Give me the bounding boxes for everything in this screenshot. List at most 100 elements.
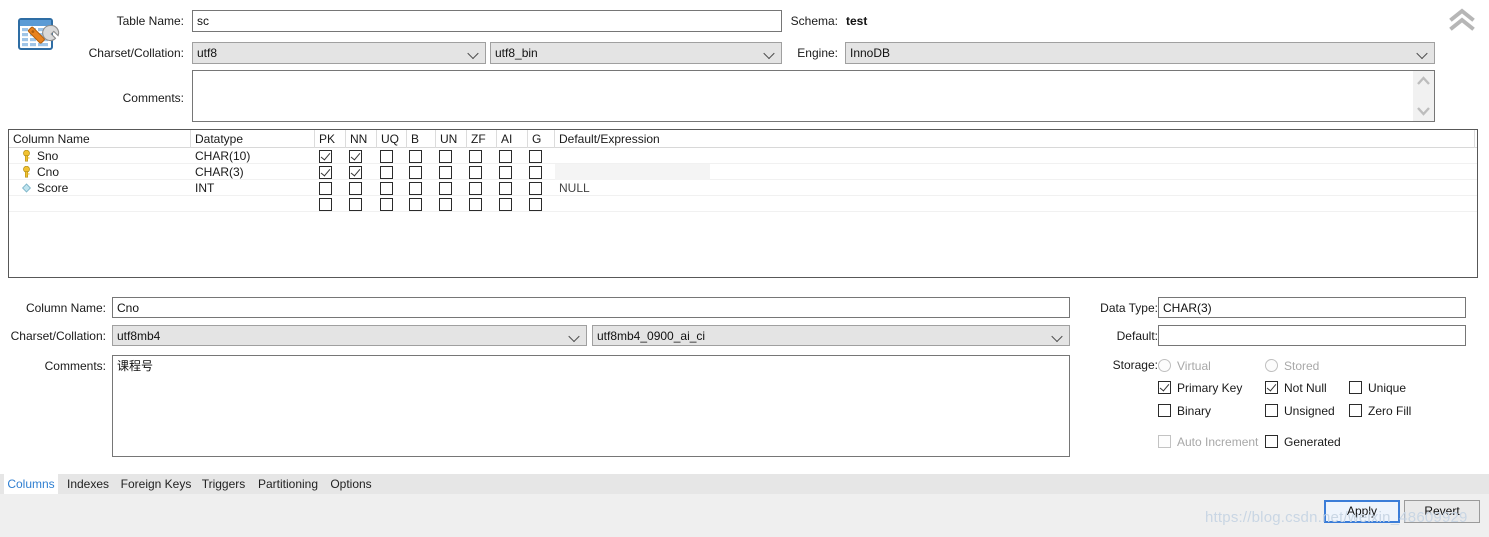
schema-label: Schema: <box>790 14 838 28</box>
zero-fill-checkbox[interactable]: Zero Fill <box>1349 403 1411 418</box>
table-name-input[interactable]: sc <box>192 10 782 32</box>
column-name-cell[interactable]: Cno <box>37 164 187 180</box>
grid-header-un[interactable]: UN <box>436 130 467 148</box>
auto-increment-label: Auto Increment <box>1177 434 1259 449</box>
primary-key-checkbox[interactable]: Primary Key <box>1158 380 1242 395</box>
collapse-panel-icon[interactable] <box>1448 8 1476 32</box>
detail-column-name-label: Column Name: <box>25 301 106 315</box>
datatype-cell[interactable]: CHAR(3) <box>195 164 313 180</box>
table-row[interactable]: Sno CHAR(10) <box>9 148 1477 164</box>
flag-ai-checkbox[interactable] <box>499 149 512 164</box>
flag-b-checkbox[interactable] <box>409 197 422 212</box>
table-collation-select[interactable]: utf8_bin <box>490 42 782 64</box>
grid-header-datatype[interactable]: Datatype <box>191 130 315 148</box>
flag-uq-checkbox[interactable] <box>380 165 393 180</box>
tab-foreign-keys[interactable]: Foreign Keys <box>118 474 194 494</box>
tab-triggers[interactable]: Triggers <box>198 474 249 494</box>
columns-grid-body[interactable]: Sno CHAR(10) Cno CHAR(3) Score INT NULL <box>9 148 1477 212</box>
flag-nn-checkbox[interactable] <box>349 149 362 164</box>
primary-key-icon <box>21 149 32 162</box>
not-null-checkbox[interactable]: Not Null <box>1265 380 1327 395</box>
flag-pk-checkbox[interactable] <box>319 165 332 180</box>
unique-checkbox[interactable]: Unique <box>1349 380 1406 395</box>
engine-select[interactable]: InnoDB <box>845 42 1435 64</box>
default-expression-cell[interactable]: NULL <box>559 180 959 196</box>
flag-pk-checkbox[interactable] <box>319 197 332 212</box>
tab-columns[interactable]: Columns <box>4 474 58 494</box>
detail-comments-input[interactable]: 课程号 <box>112 355 1070 457</box>
detail-charset-value: utf8mb4 <box>117 329 161 343</box>
table-row[interactable]: Score INT NULL <box>9 180 1477 196</box>
binary-checkbox[interactable]: Binary <box>1158 403 1211 418</box>
columns-grid-header: Column Name Datatype PK NN UQ B UN ZF AI G Default… <box>9 130 1477 148</box>
unsigned-checkbox[interactable]: Unsigned <box>1265 403 1335 418</box>
flag-g-checkbox[interactable] <box>529 165 542 180</box>
flag-zf-checkbox[interactable] <box>469 165 482 180</box>
detail-column-name-input[interactable]: Cno <box>112 297 1070 318</box>
grid-header-nn[interactable]: NN <box>346 130 377 148</box>
schema-value: test <box>846 14 868 28</box>
data-type-input[interactable]: CHAR(3) <box>1158 297 1466 318</box>
flag-nn-checkbox[interactable] <box>349 197 362 212</box>
editor-tabs[interactable]: Columns Indexes Foreign Keys Triggers Partit… <box>0 474 1489 494</box>
detail-collation-value: utf8mb4_0900_ai_ci <box>597 329 706 343</box>
flag-zf-checkbox[interactable] <box>469 149 482 164</box>
charset-collation-label: Charset/Collation: <box>88 46 184 60</box>
flag-uq-checkbox[interactable] <box>380 197 393 212</box>
table-comments-input[interactable] <box>192 70 1435 122</box>
flag-pk-checkbox[interactable] <box>319 149 332 164</box>
flag-zf-checkbox[interactable] <box>469 181 482 196</box>
default-input[interactable] <box>1158 325 1466 346</box>
flag-zf-checkbox[interactable] <box>469 197 482 212</box>
flag-un-checkbox[interactable] <box>439 149 452 164</box>
primary-key-label: Primary Key <box>1177 380 1243 395</box>
flag-g-checkbox[interactable] <box>529 197 542 212</box>
flag-b-checkbox[interactable] <box>409 181 422 196</box>
flag-b-checkbox[interactable] <box>409 165 422 180</box>
stored-radio: Stored <box>1265 358 1319 373</box>
grid-header-b[interactable]: B <box>407 130 436 148</box>
tab-options[interactable]: Options <box>327 474 375 494</box>
columns-grid[interactable]: Column Name Datatype PK NN UQ B UN ZF AI G Default… <box>8 129 1478 278</box>
flag-b-checkbox[interactable] <box>409 149 422 164</box>
table-charset-select[interactable]: utf8 <box>192 42 486 64</box>
grid-header-g[interactable]: G <box>528 130 555 148</box>
generated-checkbox[interactable]: Generated <box>1265 434 1341 449</box>
comments-scrollbar[interactable] <box>1413 71 1434 121</box>
flag-g-checkbox[interactable] <box>529 149 542 164</box>
datatype-cell[interactable]: INT <box>195 180 313 196</box>
table-row[interactable]: Cno CHAR(3) <box>9 164 1477 180</box>
grid-header-default-expression[interactable]: Default/Expression <box>555 130 1475 148</box>
flag-g-checkbox[interactable] <box>529 181 542 196</box>
tab-indexes[interactable]: Indexes <box>62 474 114 494</box>
stored-label: Stored <box>1284 358 1320 373</box>
flag-nn-checkbox[interactable] <box>349 181 362 196</box>
datatype-cell[interactable]: CHAR(10) <box>195 148 313 164</box>
grid-header-zf[interactable]: ZF <box>467 130 497 148</box>
flag-ai-checkbox[interactable] <box>499 165 512 180</box>
virtual-radio: Virtual <box>1158 358 1211 373</box>
grid-header-column-name[interactable]: Column Name <box>9 130 191 148</box>
detail-charset-select[interactable]: utf8mb4 <box>112 325 587 346</box>
flag-uq-checkbox[interactable] <box>380 149 393 164</box>
grid-header-uq[interactable]: UQ <box>377 130 407 148</box>
flag-pk-checkbox[interactable] <box>319 181 332 196</box>
flag-un-checkbox[interactable] <box>439 197 452 212</box>
primary-key-icon <box>21 165 32 178</box>
detail-collation-select[interactable]: utf8mb4_0900_ai_ci <box>592 325 1070 346</box>
column-name-cell[interactable]: Sno <box>37 148 187 164</box>
flag-ai-checkbox[interactable] <box>499 181 512 196</box>
tab-partitioning[interactable]: Partitioning <box>253 474 323 494</box>
flag-ai-checkbox[interactable] <box>499 197 512 212</box>
grid-header-ai[interactable]: AI <box>497 130 528 148</box>
table-row[interactable] <box>9 196 1477 212</box>
grid-header-pk[interactable]: PK <box>315 130 346 148</box>
flag-un-checkbox[interactable] <box>439 165 452 180</box>
flag-uq-checkbox[interactable] <box>380 181 393 196</box>
flag-un-checkbox[interactable] <box>439 181 452 196</box>
column-name-cell[interactable]: Score <box>37 180 187 196</box>
default-label: Default: <box>1116 329 1158 343</box>
flag-nn-checkbox[interactable] <box>349 165 362 180</box>
engine-label: Engine: <box>797 46 838 60</box>
table-charset-value: utf8 <box>197 46 218 60</box>
